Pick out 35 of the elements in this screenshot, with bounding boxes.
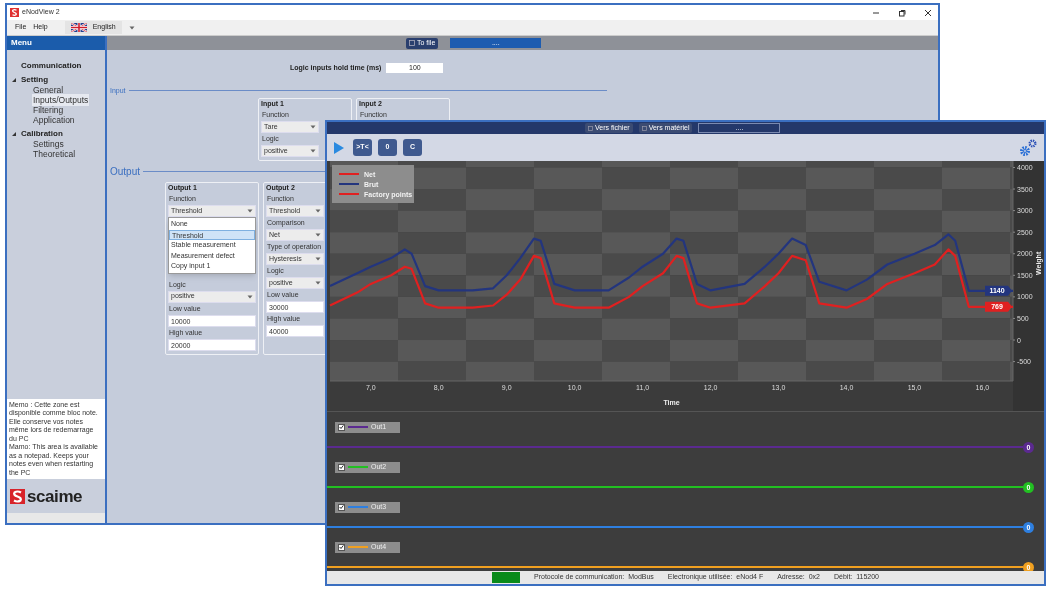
caret-icon (128, 25, 135, 30)
caret-icon (315, 209, 321, 213)
section-title: Output (109, 165, 141, 179)
checkmark-icon (339, 424, 344, 431)
caret-icon (310, 149, 316, 153)
sidebar-item[interactable]: Inputs/Outputs (32, 93, 90, 107)
caret-icon (315, 281, 321, 285)
logo-text: scaime (27, 487, 83, 505)
sidebar-header: Menu (7, 36, 105, 50)
caret-icon (315, 233, 321, 237)
sidebar-item[interactable]: Communication (20, 59, 83, 72)
play-button[interactable] (333, 140, 345, 155)
caret-icon (247, 294, 253, 299)
settings-icon[interactable] (1018, 137, 1038, 158)
checkmark-icon (339, 544, 344, 551)
checkbox[interactable] (338, 543, 345, 551)
maximize-icon[interactable] (898, 8, 906, 17)
caret-icon (315, 257, 321, 261)
expanded-arrow-icon[interactable] (11, 130, 17, 137)
checkbox[interactable] (338, 463, 345, 471)
checkbox[interactable] (338, 503, 345, 511)
app-icon (10, 8, 19, 17)
checkmark-icon (339, 504, 344, 511)
sidebar-item[interactable]: Calibration (20, 127, 64, 140)
checkbox[interactable] (338, 423, 345, 431)
logo-icon (10, 488, 25, 504)
caret-icon (247, 209, 253, 213)
caret-icon (310, 125, 316, 129)
status-indicator (492, 572, 520, 583)
expanded-arrow-icon[interactable] (11, 76, 17, 83)
checkmark-icon (339, 464, 344, 471)
sidebar-item[interactable]: Settings (32, 137, 65, 151)
close-icon[interactable] (924, 8, 932, 17)
flag-icon (70, 23, 87, 32)
sidebar-item[interactable]: Setting (20, 73, 50, 86)
